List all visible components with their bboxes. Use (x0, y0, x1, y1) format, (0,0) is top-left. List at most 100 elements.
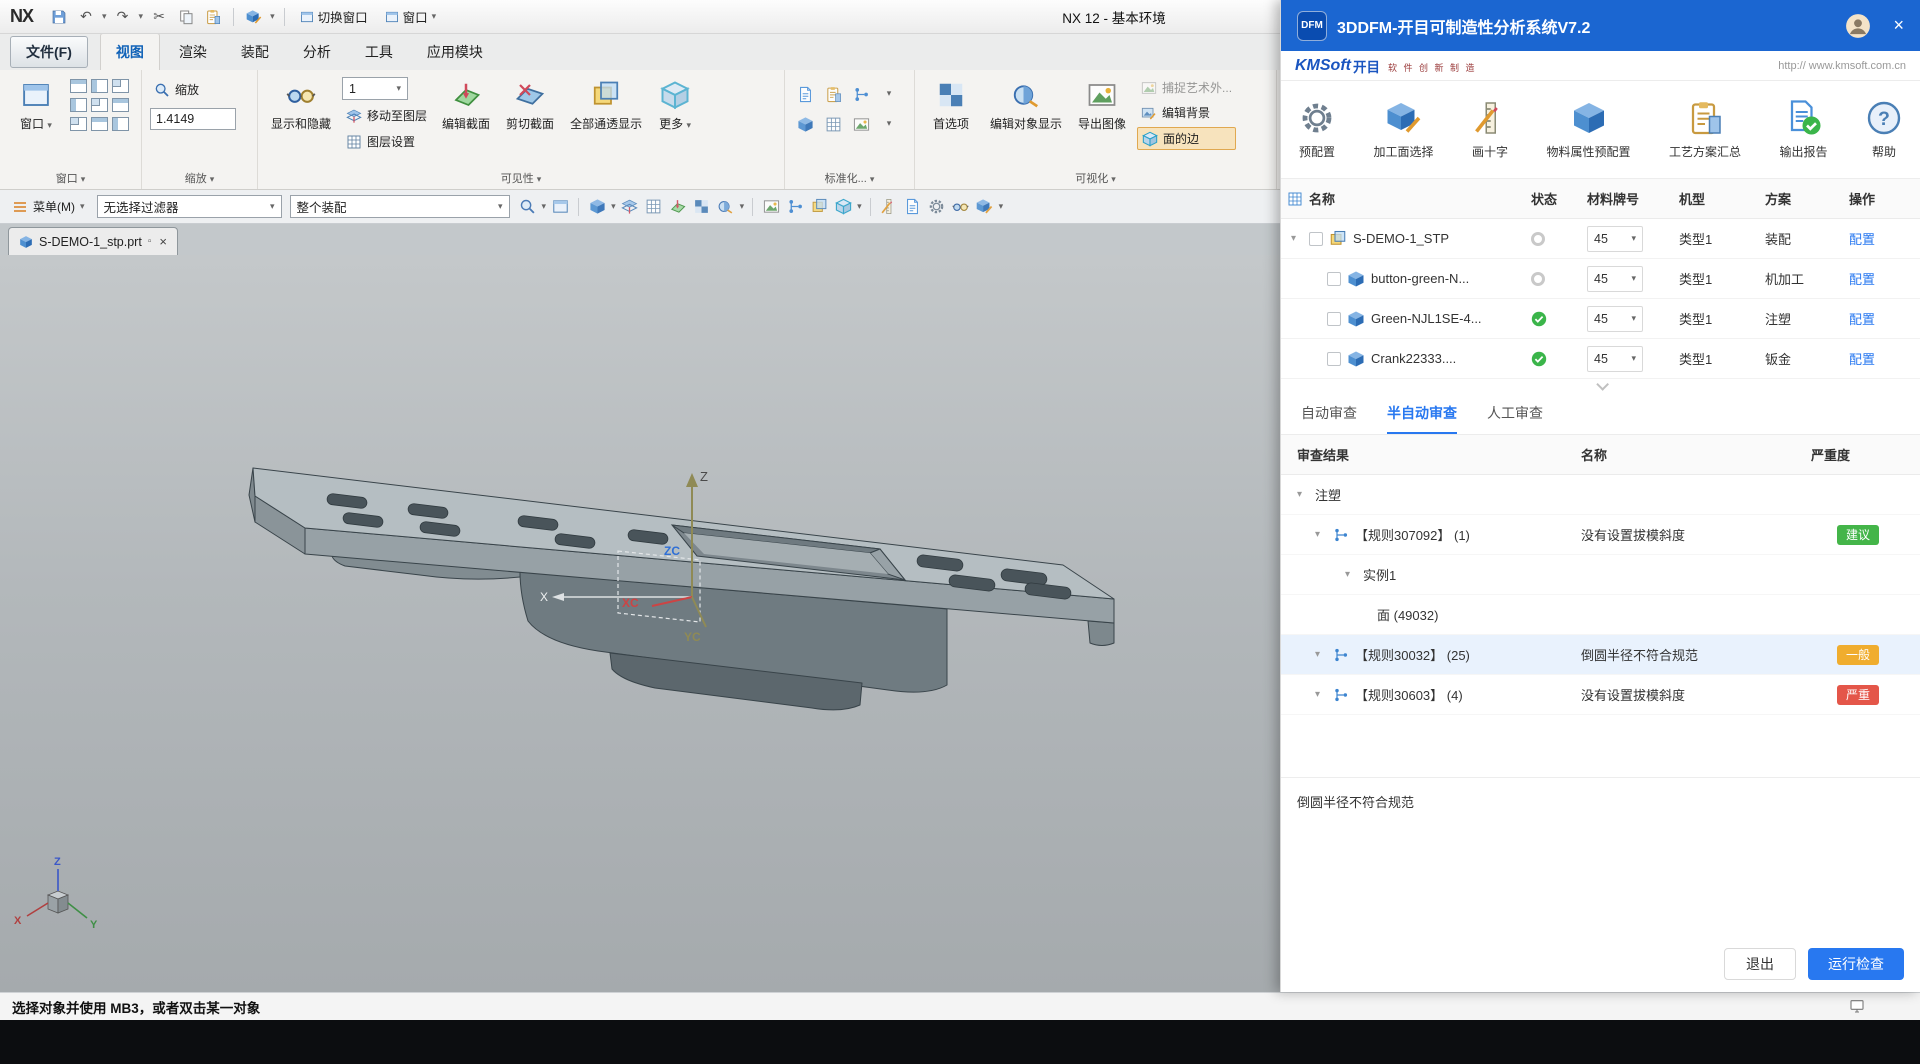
part-row[interactable]: Green-NJL1SE-4... 45▾ 类型1 注塑 配置 (1281, 299, 1920, 339)
tool-icon[interactable] (879, 197, 899, 217)
tool-icon[interactable] (550, 197, 570, 217)
window-layout-icon[interactable] (91, 117, 108, 131)
expander-icon[interactable]: ▾ (1315, 649, 1327, 660)
move-to-layer-button[interactable]: 移动至图层 (342, 105, 431, 126)
tab-float-icon[interactable]: ▫ (148, 236, 152, 247)
tab-render[interactable]: 渲染 (164, 34, 222, 70)
part-row[interactable]: ▾ S-DEMO-1_STP 45▾ 类型1 装配 配置 (1281, 219, 1920, 259)
window-layout-icon[interactable] (91, 98, 108, 112)
caret-down-icon[interactable]: ▾ (887, 89, 892, 99)
part-row[interactable]: button-green-N... 45▾ 类型1 机加工 配置 (1281, 259, 1920, 299)
expander-icon[interactable]: ▾ (1291, 233, 1303, 244)
selection-filter-combo[interactable]: 无选择过滤器▾ (97, 195, 282, 218)
expander-icon[interactable]: ▾ (1315, 529, 1327, 540)
dfm-close-icon[interactable]: × (1893, 15, 1904, 36)
caret-down-icon[interactable]: ▾ (611, 202, 616, 212)
result-row[interactable]: ▾ 【规则307092】 (1) 没有设置拔模斜度 建议 (1281, 515, 1920, 555)
run-check-button[interactable]: 运行检查 (1808, 948, 1904, 980)
cad-model[interactable]: X Z ZC XC YC Z X Y (0, 255, 1280, 992)
standardize-icon[interactable] (823, 84, 843, 104)
caret-down-icon[interactable]: ▾ (857, 202, 862, 212)
tab-manual-review[interactable]: 人工审查 (1487, 393, 1543, 434)
paste-icon[interactable] (202, 6, 224, 28)
draw-cross-button[interactable]: 画十字 (1472, 100, 1508, 160)
tab-app-modules[interactable]: 应用模块 (412, 34, 498, 70)
collapse-all-icon[interactable] (1287, 191, 1303, 207)
tool-icon[interactable] (833, 197, 853, 217)
material-select[interactable]: 45▾ (1587, 266, 1643, 292)
standardize-icon[interactable] (795, 114, 815, 134)
result-row[interactable]: ▾ 实例1 (1281, 555, 1920, 595)
standardize-icon[interactable] (851, 84, 871, 104)
view-triad[interactable]: Z X Y (14, 856, 98, 931)
copy-icon[interactable] (175, 6, 197, 28)
snap-point-icon[interactable] (518, 197, 538, 217)
show-hide-button[interactable]: 显示和隐藏 (266, 75, 336, 137)
sketch-icon[interactable] (243, 6, 265, 28)
row-checkbox[interactable] (1327, 312, 1341, 326)
process-plan-summary-button[interactable]: 工艺方案汇总 (1669, 100, 1741, 160)
caret-down-icon[interactable]: ▾ (542, 202, 547, 212)
undo-caret-icon[interactable]: ▾ (102, 12, 107, 22)
zoom-button[interactable]: 缩放 (150, 79, 236, 100)
caret-down-icon[interactable]: ▾ (887, 119, 892, 129)
tab-view[interactable]: 视图 (100, 33, 160, 70)
window-layout-icon[interactable] (112, 98, 129, 112)
layer-settings-button[interactable]: 图层设置 (342, 131, 431, 152)
window-layout-icon[interactable] (112, 117, 129, 131)
table-collapse-handle[interactable] (1281, 379, 1920, 393)
tab-auto-review[interactable]: 自动审查 (1301, 393, 1357, 434)
exit-button[interactable]: 退出 (1724, 948, 1796, 980)
tool-icon[interactable] (785, 197, 805, 217)
user-avatar[interactable] (1845, 13, 1871, 39)
tool-icon[interactable] (809, 197, 829, 217)
group-label-visibility[interactable]: 可见性 ▾ (258, 170, 784, 186)
group-label-zoom[interactable]: 缩放 ▾ (142, 170, 257, 186)
cut-icon[interactable]: ✂ (148, 6, 170, 28)
tab-assembly[interactable]: 装配 (226, 34, 284, 70)
part-row[interactable]: Crank22333.... 45▾ 类型1 钣金 配置 (1281, 339, 1920, 379)
machining-face-select-button[interactable]: 加工面选择 (1374, 100, 1434, 160)
row-checkbox[interactable] (1327, 352, 1341, 366)
result-row[interactable]: ▾ 【规则30603】 (4) 没有设置拔模斜度 严重 (1281, 675, 1920, 715)
redo-icon[interactable]: ↷ (112, 6, 134, 28)
material-select[interactable]: 45▾ (1587, 346, 1643, 372)
tool-icon[interactable] (761, 197, 781, 217)
configure-link[interactable]: 配置 (1849, 349, 1875, 368)
row-checkbox[interactable] (1327, 272, 1341, 286)
tool-icon[interactable] (716, 197, 736, 217)
selection-scope-combo[interactable]: 整个装配▾ (290, 195, 510, 218)
caret-down-icon[interactable]: ▾ (740, 202, 745, 212)
clip-section-button[interactable]: 剪切截面 (501, 75, 559, 137)
expander-icon[interactable]: ▾ (1345, 569, 1357, 580)
standardize-icon[interactable] (795, 84, 815, 104)
help-button[interactable]: 帮助 (1866, 100, 1902, 160)
material-select[interactable]: 45▾ (1587, 226, 1643, 252)
edit-section-button[interactable]: 编辑截面 (437, 75, 495, 137)
switch-window-button[interactable]: 切换窗口 (294, 5, 374, 28)
window-layout-icon[interactable] (70, 98, 87, 112)
save-icon[interactable] (48, 6, 70, 28)
redo-caret-icon[interactable]: ▾ (139, 12, 144, 22)
standardize-icon[interactable] (823, 114, 843, 134)
tool-icon[interactable] (975, 197, 995, 217)
result-row[interactable]: ▾ 注塑 (1281, 475, 1920, 515)
row-checkbox[interactable] (1309, 232, 1323, 246)
group-label-visualization[interactable]: 可视化 ▾ (915, 170, 1276, 186)
result-row-selected[interactable]: ▾ 【规则30032】 (25) 倒圆半径不符合规范 一般 (1281, 635, 1920, 675)
result-row[interactable]: 面 (49032) (1281, 595, 1920, 635)
caret-down-icon[interactable]: ▾ (999, 202, 1004, 212)
window-layout-icon[interactable] (91, 79, 108, 93)
tool-icon[interactable] (668, 197, 688, 217)
zoom-input[interactable] (150, 108, 236, 130)
configure-link[interactable]: 配置 (1849, 309, 1875, 328)
preconfig-button[interactable]: 预配置 (1299, 100, 1335, 160)
tab-semi-auto-review[interactable]: 半自动审查 (1387, 393, 1457, 434)
panel-toggle-icon[interactable] (1849, 998, 1865, 1017)
tool-icon[interactable] (927, 197, 947, 217)
face-edges-button[interactable]: 面的边 (1137, 127, 1236, 150)
material-select[interactable]: 45▾ (1587, 306, 1643, 332)
window-layout-icon[interactable] (70, 79, 87, 93)
edit-object-display-button[interactable]: 编辑对象显示 (985, 75, 1067, 137)
window-layout-icon[interactable] (70, 117, 87, 131)
